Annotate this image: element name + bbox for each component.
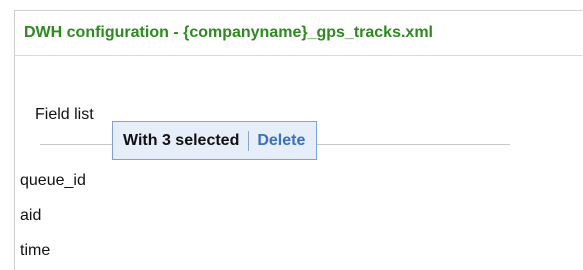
panel-header: DWH configuration - {companyname}_gps_tr… bbox=[15, 11, 582, 56]
selection-popup: With 3 selected Delete bbox=[112, 121, 318, 160]
field-item-queue-id[interactable]: queue_id bbox=[20, 172, 86, 190]
selected-count: With 3 selected bbox=[123, 131, 240, 149]
panel-title: DWH configuration - {companyname}_gps_tr… bbox=[24, 24, 433, 41]
field-list-label: Field list bbox=[35, 106, 94, 123]
field-item-time[interactable]: time bbox=[20, 242, 50, 260]
field-item-aid[interactable]: aid bbox=[20, 207, 41, 225]
popup-separator bbox=[248, 130, 250, 151]
delete-button[interactable]: Delete bbox=[257, 132, 305, 150]
